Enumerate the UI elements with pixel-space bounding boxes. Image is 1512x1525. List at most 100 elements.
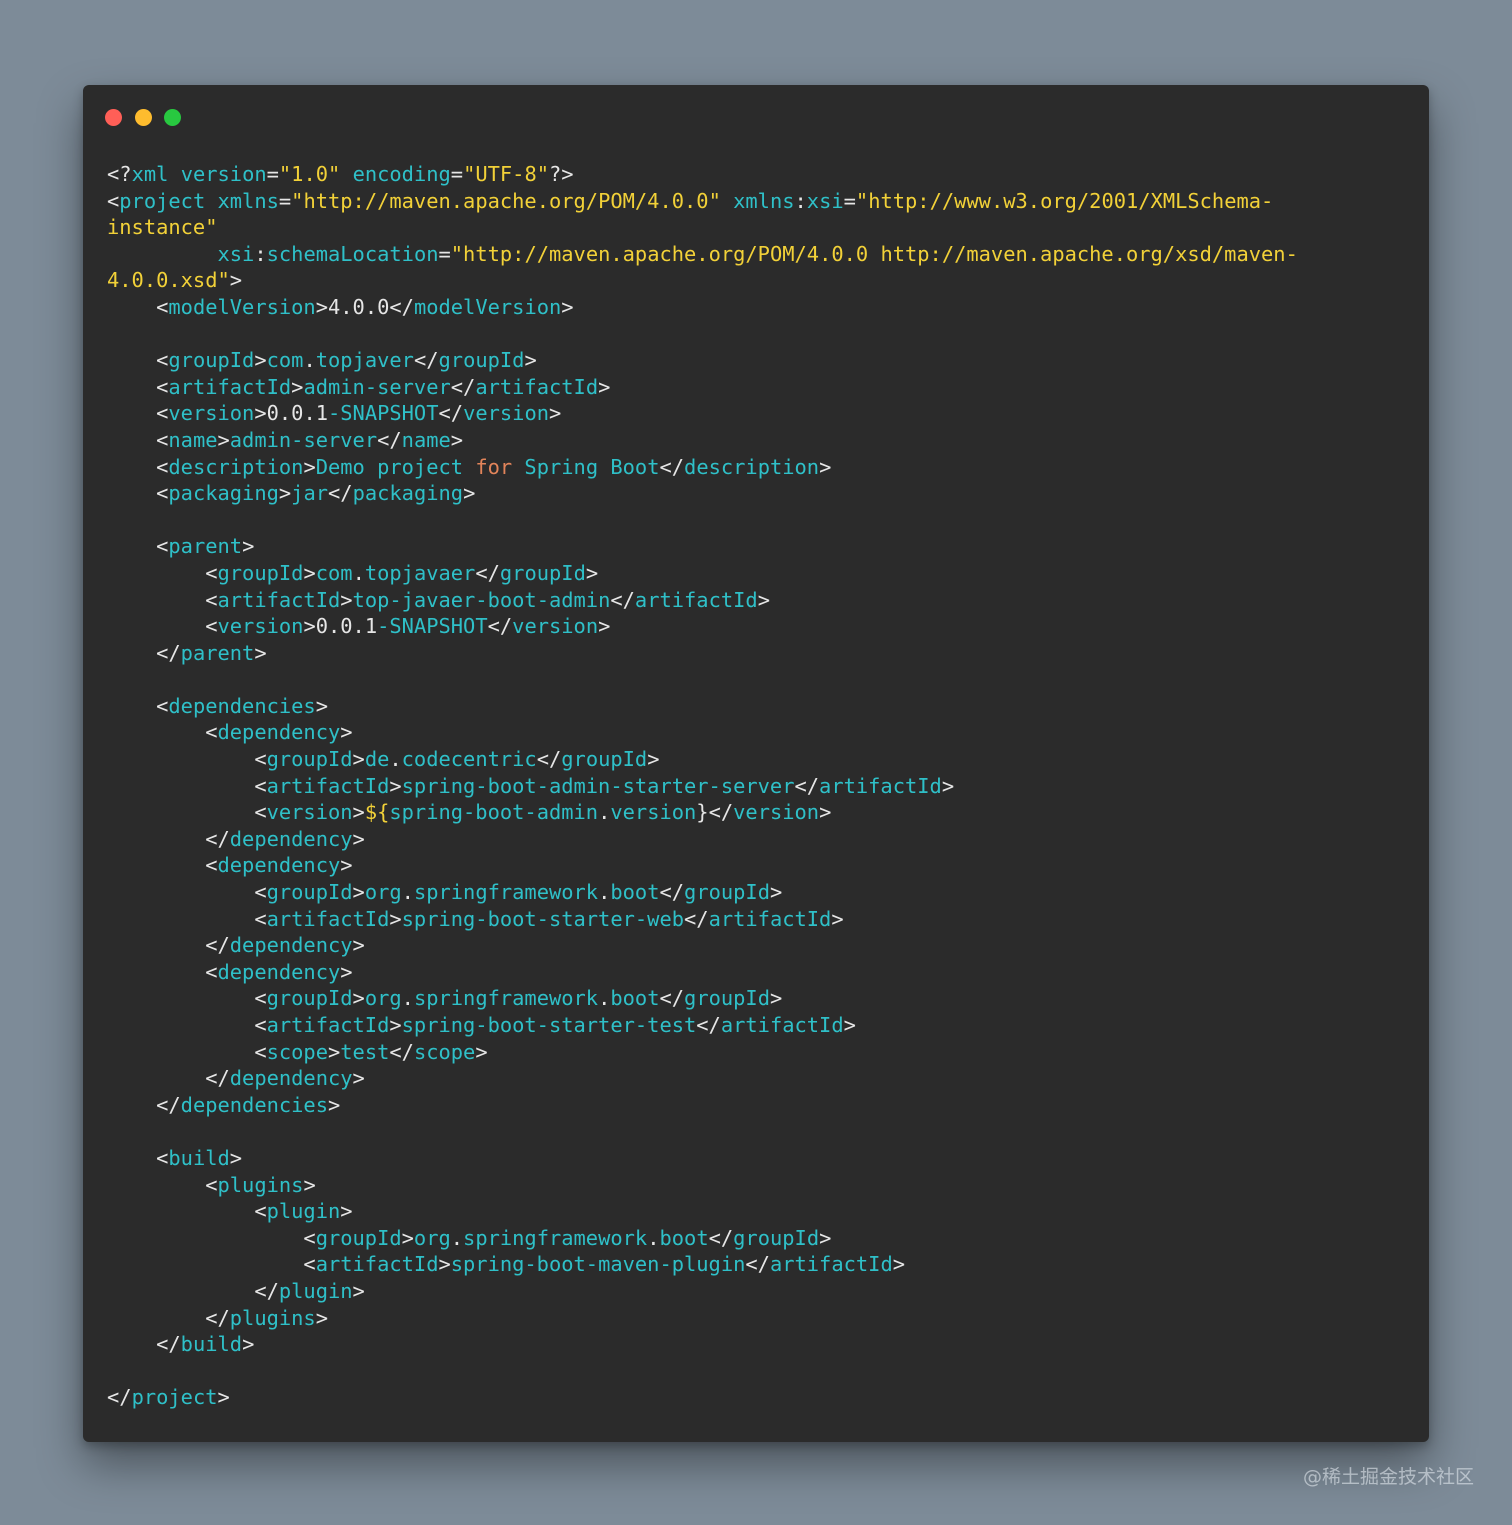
- punctuation-token: <: [107, 294, 169, 319]
- punctuation-token: >: [585, 560, 599, 585]
- punctuation-token: >: [254, 640, 267, 665]
- punctuation-token: .: [401, 880, 414, 905]
- punctuation-token: .: [598, 986, 611, 1011]
- punctuation-token: <: [107, 1199, 267, 1224]
- punctuation-token: .: [401, 986, 414, 1011]
- code-line: </plugins>: [107, 1305, 1409, 1332]
- code-line: <groupId>de.codecentric</groupId>: [107, 746, 1409, 773]
- punctuation-token: >: [941, 773, 955, 798]
- punctuation-token: >: [352, 880, 365, 905]
- punctuation-token: <: [107, 348, 169, 373]
- tag-token: groupId: [168, 348, 255, 373]
- tag-token: groupId: [684, 880, 770, 905]
- punctuation-token: <: [107, 534, 169, 559]
- tag-token: packaging: [168, 481, 279, 506]
- punctuation-token: >: [328, 1092, 341, 1117]
- code-line: <artifactId>top-javaer-boot-admin</artif…: [107, 587, 1409, 614]
- text-token: org: [364, 986, 402, 1011]
- code-line: <artifactId>spring-boot-starter-web</art…: [107, 906, 1409, 933]
- string-token: "UTF-8": [463, 162, 550, 186]
- close-dot-icon[interactable]: [105, 109, 122, 126]
- punctuation-token: </: [413, 348, 439, 373]
- punctuation-token: >: [340, 720, 353, 745]
- code-line: <groupId>com.topjaver</groupId>: [107, 347, 1409, 374]
- tag-token: groupId: [217, 560, 304, 585]
- punctuation-token: >: [757, 587, 770, 612]
- code-line: xsi:schemaLocation="http://maven.apache.…: [107, 241, 1409, 268]
- punctuation-token: >: [892, 1252, 905, 1277]
- punctuation-token: </: [107, 640, 181, 665]
- punctuation-token: >: [352, 747, 365, 772]
- punctuation-token: <: [107, 374, 169, 399]
- punctuation-token: </: [745, 1252, 770, 1277]
- number-token: 4.0.0: [328, 294, 390, 319]
- tag-token: dependency: [229, 1066, 353, 1091]
- tag-token: artifactId: [769, 1252, 893, 1277]
- punctuation-token: >: [217, 1385, 230, 1410]
- tag-token: artifactId: [168, 374, 292, 399]
- punctuation-token: >: [242, 534, 255, 559]
- code-block: <?xml version="1.0" encoding="UTF-8"?> <p…: [107, 161, 1409, 1411]
- punctuation-token: >: [352, 826, 365, 851]
- text-token: admin-server: [303, 374, 451, 399]
- punctuation-token: >: [819, 1225, 832, 1250]
- punctuation-token: >: [303, 560, 316, 585]
- punctuation-token: <: [107, 773, 267, 798]
- text-token: codecentric: [401, 747, 537, 772]
- code-line: </project>: [107, 1384, 1409, 1411]
- code-line: <dependencies>: [107, 693, 1409, 720]
- minimize-dot-icon[interactable]: [135, 109, 152, 126]
- punctuation-token: </: [107, 1278, 279, 1303]
- string-token: "http://www.w3.org/2001/XMLSchema-: [855, 188, 1274, 213]
- punctuation-token: [205, 189, 217, 213]
- tag-token: groupId: [266, 880, 353, 905]
- text-token: boot: [659, 1225, 709, 1250]
- tag-token: dependency: [229, 933, 353, 958]
- code-line: <dependency>: [107, 852, 1409, 879]
- punctuation-token: .: [647, 1225, 660, 1250]
- tag-token: dependencies: [168, 693, 316, 718]
- tag-token: version: [266, 800, 353, 825]
- code-line: <groupId>org.springframework.boot</group…: [107, 879, 1409, 906]
- punctuation-token: <: [107, 693, 169, 718]
- tag-token: groupId: [315, 1225, 402, 1250]
- punctuation-token: </: [389, 294, 414, 319]
- tag-token: version: [217, 614, 304, 639]
- punctuation-token: >: [352, 986, 365, 1011]
- punctuation-token: >: [598, 614, 611, 639]
- text-token: org: [413, 1225, 451, 1250]
- punctuation-token: =: [266, 162, 279, 186]
- punctuation-token: >: [843, 1013, 856, 1037]
- text-token: version: [610, 800, 697, 825]
- punctuation-token: <: [107, 1252, 316, 1277]
- tag-token: build: [168, 1145, 230, 1170]
- tag-token: dependency: [229, 826, 353, 851]
- tag-token: groupId: [266, 747, 353, 772]
- text-token: com: [315, 560, 353, 585]
- punctuation-token: >: [352, 800, 365, 825]
- punctuation-token: <: [107, 481, 169, 506]
- punctuation-token: >: [340, 1199, 353, 1224]
- tag-token: version: [733, 800, 820, 825]
- code-line: </dependency>: [107, 826, 1409, 853]
- tag-token: groupId: [266, 986, 353, 1011]
- tag-token: artifactId: [634, 587, 758, 612]
- string-token: "http://maven.apache.org/POM/4.0.0 http:…: [450, 241, 1298, 266]
- tag-token: artifactId: [266, 1013, 390, 1037]
- string-token: 4.0.0.xsd": [107, 268, 230, 293]
- punctuation-token: <: [107, 853, 218, 878]
- tag-token: scope: [266, 1039, 328, 1064]
- punctuation-token: =: [450, 162, 464, 186]
- punctuation-token: >: [303, 454, 316, 479]
- tag-token: groupId: [561, 747, 648, 772]
- code-line: <groupId>com.topjavaer</groupId>: [107, 560, 1409, 587]
- zoom-dot-icon[interactable]: [164, 109, 181, 126]
- tag-token: scope: [413, 1039, 476, 1064]
- punctuation-token: [168, 162, 180, 186]
- string-token: "1.0": [278, 162, 341, 186]
- watermark: @稀土掘金技术社区: [1302, 1466, 1474, 1488]
- punctuation-token: <: [107, 720, 218, 745]
- tag-token: xmlns: [217, 188, 279, 213]
